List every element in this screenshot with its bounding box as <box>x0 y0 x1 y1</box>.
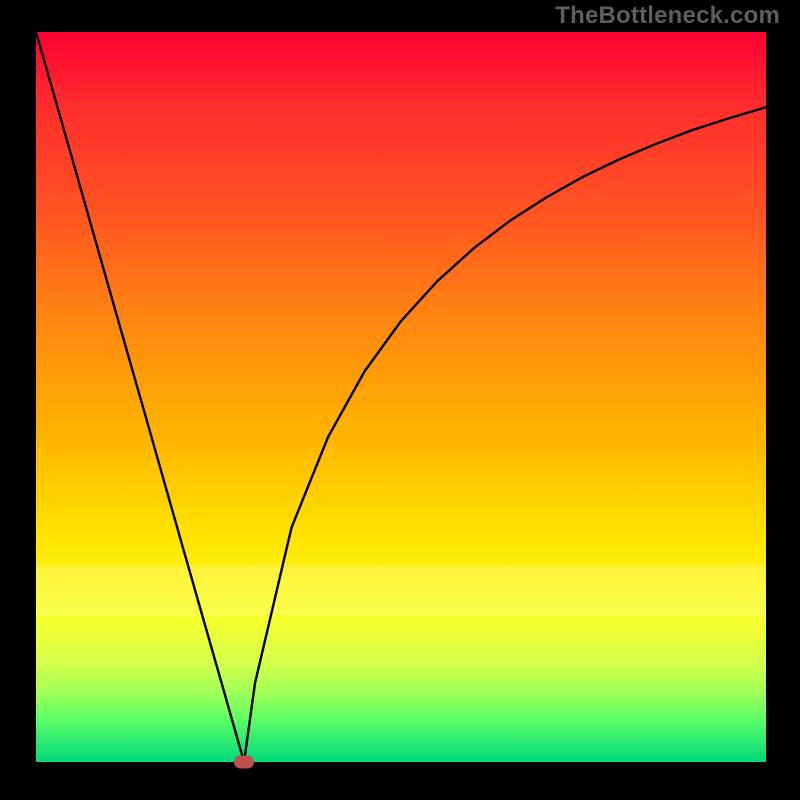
curve-right-branch <box>244 107 766 762</box>
curve-left-branch <box>36 32 244 762</box>
minimum-marker <box>234 756 254 769</box>
watermark-text: TheBottleneck.com <box>555 2 780 30</box>
chart-lines-layer <box>36 32 766 762</box>
chart-frame: TheBottleneck.com <box>0 0 800 800</box>
